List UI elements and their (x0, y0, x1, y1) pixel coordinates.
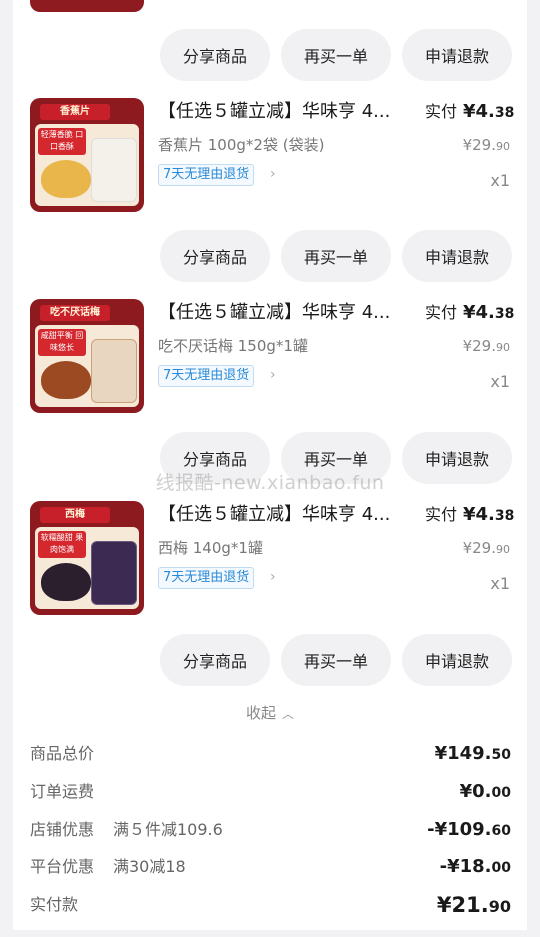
item-actions: 分享商品 再买一单 申请退款 (0, 634, 540, 686)
return-policy-badge[interactable]: 7天无理由退货 (158, 567, 255, 589)
order-item[interactable]: 吃不厌话梅 咸甜平衡 回味悠长 【任选５罐立减】华味亨 4... 实付 ¥4.3… (0, 299, 540, 419)
product-spec: 香蕉片 100g*2袋 (袋装) (158, 136, 325, 154)
product-thumbnail[interactable]: 吃不厌话梅 咸甜平衡 回味悠长 (30, 299, 144, 413)
order-item[interactable]: 西梅 软糯酸甜 果肉饱满 【任选５罐立减】华味亨 4... 实付 ¥4.38 西… (0, 501, 540, 621)
pay-amount: ¥4.38 (463, 504, 515, 525)
summary-platform-discount: 平台优惠 满30减18 -¥18.00 (0, 852, 540, 882)
return-policy-badge[interactable]: 7天无理由退货 (158, 164, 255, 186)
product-title[interactable]: 【任选５罐立减】华味亨 4... (158, 98, 406, 126)
chevron-right-icon[interactable]: › (270, 164, 276, 184)
discount-note: 满30减18 (113, 857, 186, 876)
pay-amount: ¥4.38 (463, 101, 515, 122)
thumbnail-tag: 吃不厌话梅 (40, 305, 110, 321)
share-button[interactable]: 分享商品 (160, 230, 270, 282)
return-policy-badge[interactable]: 7天无理由退货 (158, 365, 255, 387)
summary-value: ¥21.90 (436, 893, 511, 917)
refund-button[interactable]: 申请退款 (402, 230, 512, 282)
collapse-toggle[interactable]: 收起 ︿ (0, 700, 540, 726)
thumbnail-tag: 西梅 (40, 507, 110, 523)
summary-value: -¥18.00 (439, 856, 511, 877)
discount-note: 满５件减109.6 (113, 820, 223, 839)
pay-label: 实付 (425, 303, 458, 322)
thumbnail-panel: 软糯酸甜 果肉饱满 (35, 527, 139, 609)
summary-store-discount: 店铺优惠 满５件减109.6 -¥109.60 (0, 815, 540, 845)
prune-image (41, 563, 91, 601)
summary-value: ¥149.50 (434, 743, 511, 764)
collapse-label: 收起 (245, 704, 276, 722)
summary-label: 订单运费 (30, 782, 95, 801)
summary-label: 实付款 (30, 895, 79, 914)
plum-image (41, 361, 91, 399)
chevron-right-icon[interactable]: › (270, 365, 276, 385)
item-quantity: x1 (490, 574, 510, 593)
package-image (91, 138, 137, 202)
product-thumbnail[interactable]: 香蕉片 轻薄香脆 口口香酥 (30, 98, 144, 212)
refund-button[interactable]: 申请退款 (402, 432, 512, 484)
thumbnail-slogan: 软糯酸甜 果肉饱满 (38, 531, 86, 558)
summary-value: ¥0.00 (459, 781, 511, 802)
jar-image (91, 541, 137, 605)
summary-label: 平台优惠 (30, 857, 95, 876)
summary-goods-total: 商品总价 ¥149.50 (0, 739, 540, 769)
product-title[interactable]: 【任选５罐立减】华味亨 4... (158, 501, 406, 529)
pay-label: 实付 (425, 102, 458, 121)
summary-label: 商品总价 (30, 744, 95, 763)
summary-label: 店铺优惠 (30, 820, 95, 839)
rebuy-button[interactable]: 再买一单 (281, 432, 391, 484)
product-spec: 西梅 140g*1罐 (158, 539, 263, 557)
pay-label: 实付 (425, 505, 458, 524)
item-actions: 分享商品 再买一单 申请退款 (0, 432, 540, 484)
original-price: ¥29.90 (462, 136, 510, 154)
rebuy-button[interactable]: 再买一单 (281, 230, 391, 282)
rebuy-button[interactable]: 再买一单 (281, 634, 391, 686)
summary-shipping: 订单运费 ¥0.00 (0, 777, 540, 807)
share-button[interactable]: 分享商品 (160, 634, 270, 686)
product-title[interactable]: 【任选５罐立减】华味亨 4... (158, 299, 406, 327)
original-price: ¥29.90 (462, 337, 510, 355)
product-thumbnail[interactable]: 西梅 软糯酸甜 果肉饱满 (30, 501, 144, 615)
item-quantity: x1 (490, 372, 510, 391)
thumbnail-panel: 咸甜平衡 回味悠长 (35, 325, 139, 407)
chevron-up-icon: ︿ (282, 707, 295, 721)
summary-paid-total: 实付款 ¥21.90 (0, 890, 540, 920)
refund-button[interactable]: 申请退款 (402, 634, 512, 686)
item-actions: 分享商品 再买一单 申请退款 (0, 230, 540, 282)
share-button[interactable]: 分享商品 (160, 29, 270, 81)
refund-button[interactable]: 申请退款 (402, 29, 512, 81)
item-quantity: x1 (490, 171, 510, 190)
rebuy-button[interactable]: 再买一单 (281, 29, 391, 81)
item-actions: 分享商品 再买一单 申请退款 (0, 29, 540, 81)
thumbnail-panel: 轻薄香脆 口口香酥 (35, 124, 139, 206)
banana-chips-image (41, 160, 91, 198)
product-spec: 吃不厌话梅 150g*1罐 (158, 337, 308, 355)
card-bottom-edge (13, 930, 527, 937)
pay-amount: ¥4.38 (463, 302, 515, 323)
thumbnail-tag: 香蕉片 (40, 104, 110, 120)
original-price: ¥29.90 (462, 539, 510, 557)
share-button[interactable]: 分享商品 (160, 432, 270, 484)
chevron-right-icon[interactable]: › (270, 567, 276, 587)
thumbnail-slogan: 轻薄香脆 口口香酥 (38, 128, 86, 155)
summary-value: -¥109.60 (427, 819, 511, 840)
thumbnail-slogan: 咸甜平衡 回味悠长 (38, 329, 86, 356)
jar-image (91, 339, 137, 403)
previous-item-thumbnail[interactable] (30, 0, 144, 12)
order-item[interactable]: 香蕉片 轻薄香脆 口口香酥 【任选５罐立减】华味亨 4... 实付 ¥4.38 … (0, 98, 540, 218)
